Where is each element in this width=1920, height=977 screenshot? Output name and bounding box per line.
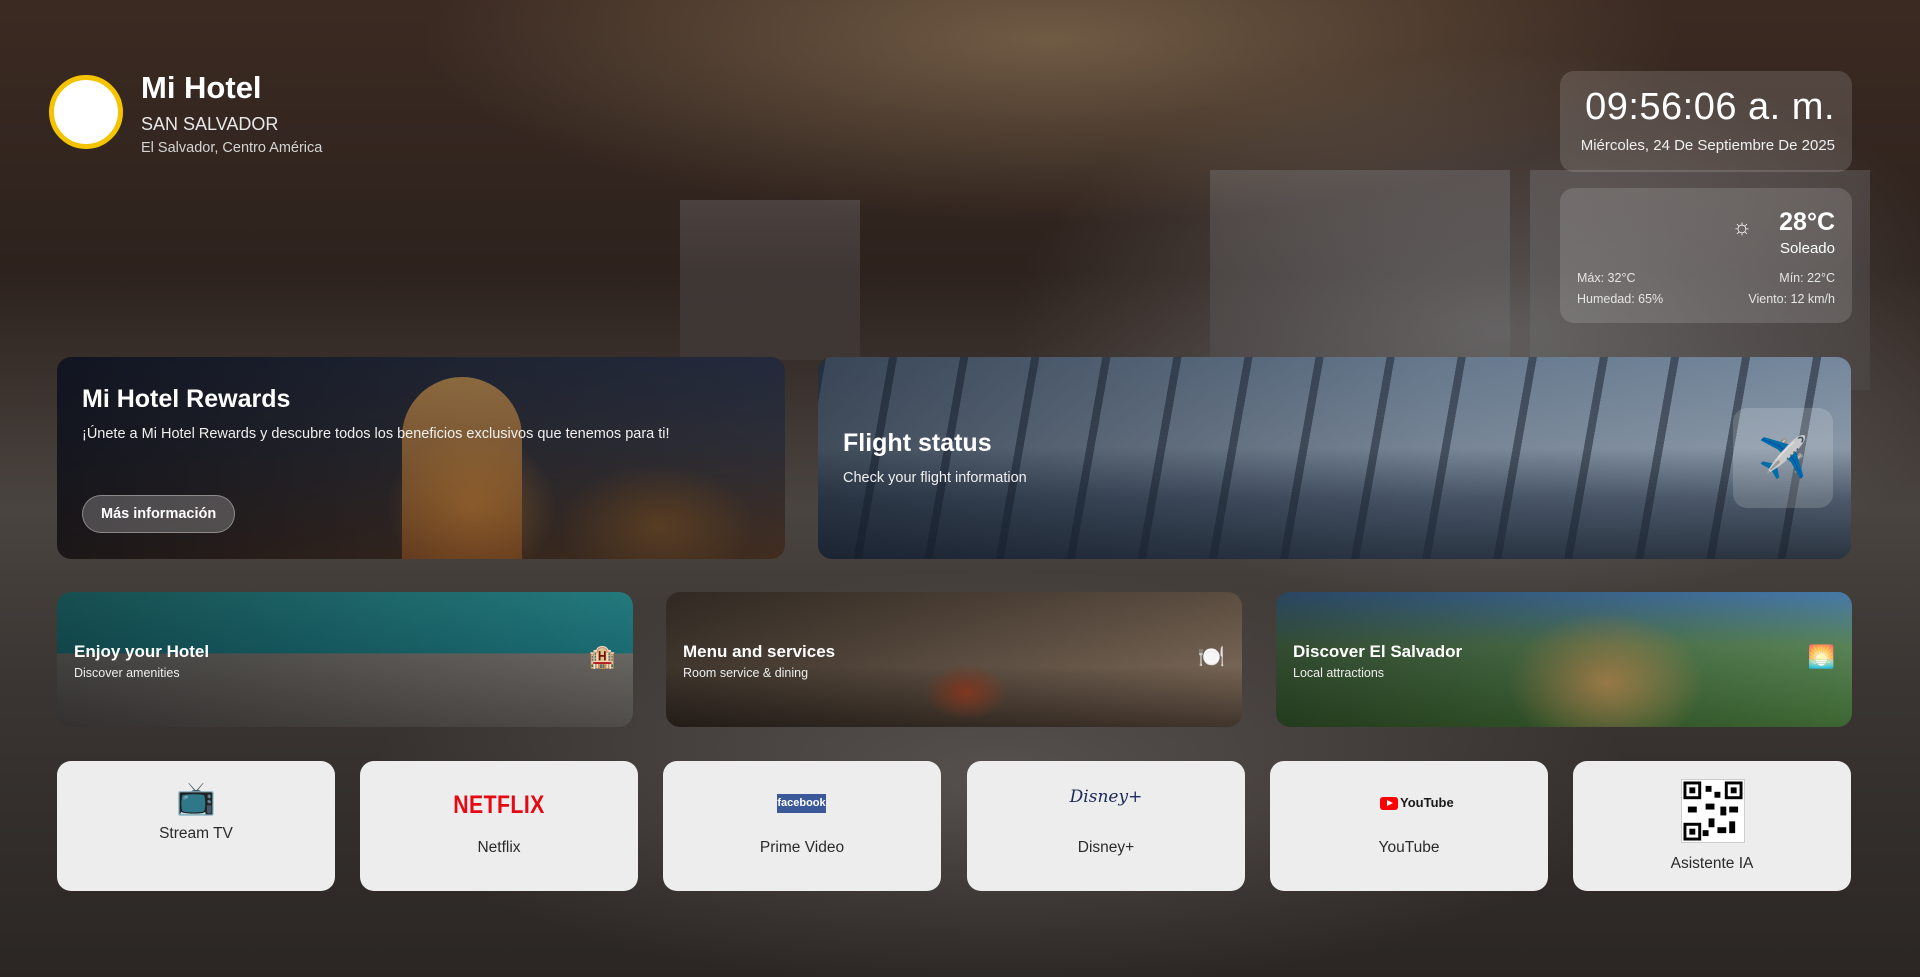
flight-status-card[interactable]: Flight status Check your flight informat…	[818, 357, 1851, 559]
rewards-title: Mi Hotel Rewards	[82, 385, 291, 413]
background-window	[680, 200, 860, 360]
hotel-icon: 🏨	[588, 644, 616, 669]
background-window	[1210, 170, 1510, 370]
app-youtube[interactable]: YouTube YouTube	[1270, 761, 1548, 891]
tile-title: Menu and services	[683, 642, 836, 661]
rewards-description: ¡Únete a Mi Hotel Rewards y descubre tod…	[82, 426, 670, 442]
disney-logo: Disney+	[1069, 787, 1143, 807]
app-stream-tv[interactable]: 📺 Stream TV	[57, 761, 335, 891]
tile-discover-el-salvador[interactable]: Discover El Salvador Local attractions 🌅	[1276, 592, 1852, 727]
app-disney-plus[interactable]: Disney+ Disney+	[967, 761, 1245, 891]
app-label: Prime Video	[759, 839, 845, 856]
flight-title: Flight status	[843, 429, 992, 457]
app-label: Netflix	[477, 839, 521, 856]
tile-menu-services[interactable]: Menu and services Room service & dining …	[666, 592, 1242, 727]
tile-title: Discover El Salvador	[1293, 642, 1463, 661]
plate-icon: 🍽️	[1197, 644, 1225, 669]
weather-wind: Viento: 12 km/h	[1748, 292, 1835, 306]
app-label: Asistente IA	[1670, 855, 1754, 872]
app-prime-video[interactable]: facebook Prime Video	[663, 761, 941, 891]
qr-code-icon	[1681, 779, 1745, 843]
app-label: Disney+	[1077, 839, 1135, 856]
tile-subtitle: Room service & dining	[683, 666, 809, 680]
app-label: Stream TV	[159, 825, 233, 842]
weather-condition: Soleado	[1779, 240, 1835, 257]
app-netflix[interactable]: NETFLIX Netflix	[360, 761, 638, 891]
tv-icon: 📺	[176, 780, 216, 816]
weather-min: Mín: 22°C	[1779, 271, 1835, 285]
tile-title: Enjoy your Hotel	[74, 642, 210, 661]
hotel-city: SAN SALVADOR	[141, 114, 279, 134]
weather-temperature: 28°C	[1779, 208, 1835, 236]
clock-date: Miércoles, 24 De Septiembre De 2025	[1580, 137, 1835, 154]
clock-time: 09:56:06 a. m.	[1585, 86, 1835, 128]
more-info-button[interactable]: Más información	[82, 495, 236, 533]
rewards-background-image	[402, 377, 522, 559]
netflix-logo: NETFLIX	[453, 791, 545, 819]
weather-panel: ☼ 28°C Soleado Máx: 32°C Mín: 22°C Humed…	[1560, 188, 1852, 323]
sunset-icon: 🌅	[1807, 644, 1835, 669]
flight-subtitle: Check your flight information	[843, 470, 1027, 486]
clock-panel: 09:56:06 a. m. Miércoles, 24 De Septiemb…	[1560, 71, 1852, 172]
youtube-logo-text: YouTube	[1400, 795, 1454, 810]
app-asistente-ia[interactable]: Asistente IA	[1573, 761, 1851, 891]
rewards-card[interactable]: Mi Hotel Rewards ¡Únete a Mi Hotel Rewar…	[57, 357, 785, 559]
hotel-logo	[49, 75, 123, 149]
weather-max: Máx: 32°C	[1577, 271, 1636, 285]
weather-humidity: Humedad: 65%	[1577, 292, 1664, 306]
hotel-name: Mi Hotel	[141, 70, 262, 105]
sun-icon: ☼	[1731, 214, 1752, 239]
hotel-country: El Salvador, Centro América	[141, 140, 323, 156]
tile-enjoy-hotel[interactable]: Enjoy your Hotel Discover amenities 🏨	[57, 592, 633, 727]
youtube-logo: YouTube	[1380, 795, 1454, 811]
tile-subtitle: Local attractions	[1293, 666, 1385, 680]
app-label: YouTube	[1378, 839, 1440, 856]
play-icon	[1380, 797, 1398, 811]
tile-subtitle: Discover amenities	[74, 666, 180, 680]
facebook-logo: facebook	[777, 794, 826, 813]
airplane-icon: ✈️	[1733, 408, 1833, 508]
